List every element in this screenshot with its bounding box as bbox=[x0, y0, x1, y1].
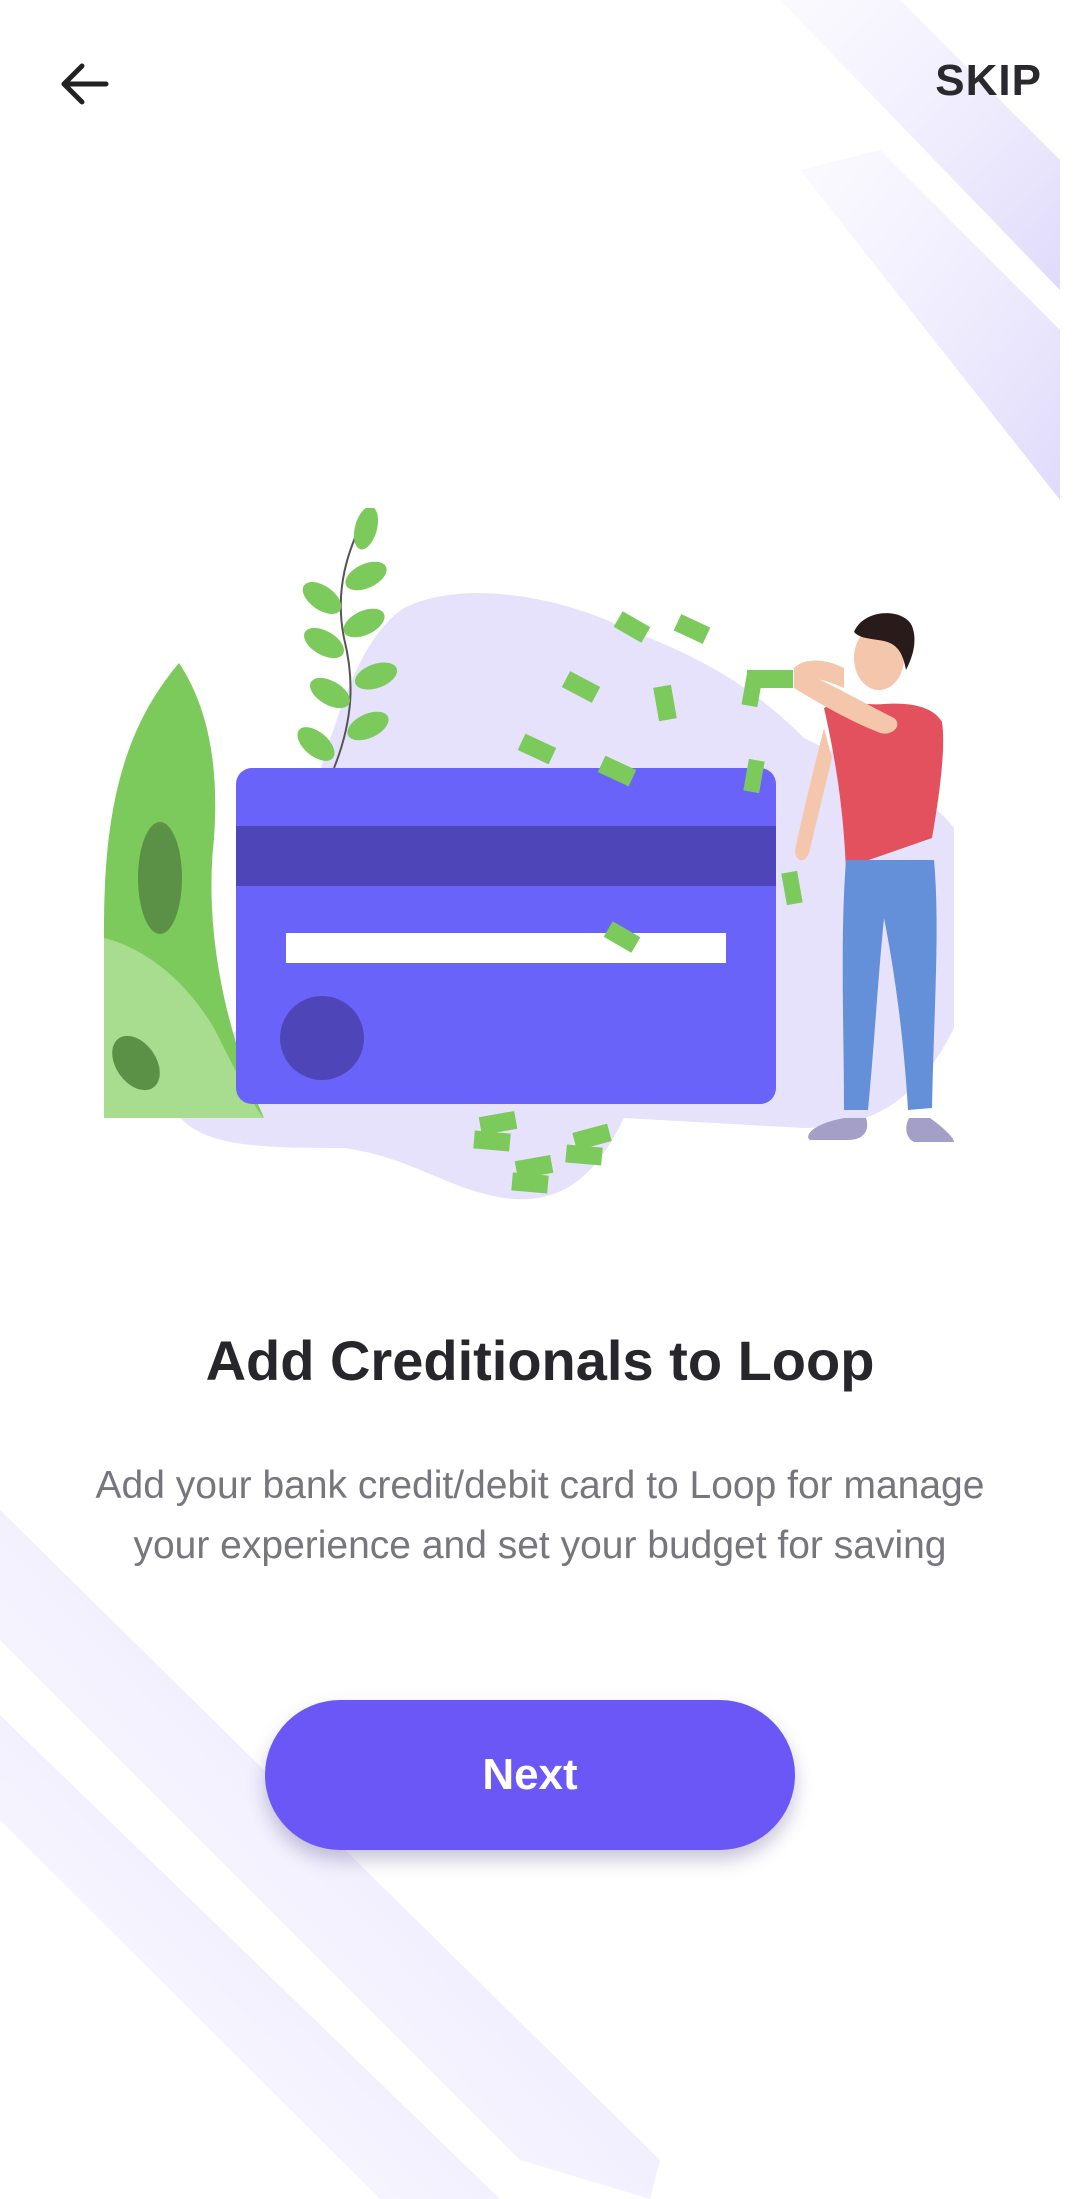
page-title: Add Creditionals to Loop bbox=[205, 1329, 875, 1392]
next-button[interactable]: Next bbox=[265, 1700, 795, 1850]
onboarding-screen: SKIP Add Creditionals to Loop Add your b… bbox=[0, 0, 1080, 2199]
page-description: Add your bank credit/debit card to Loop … bbox=[95, 1464, 985, 1567]
credit-card bbox=[236, 768, 776, 1104]
arrow-left-icon bbox=[61, 63, 109, 105]
skip-button[interactable]: SKIP bbox=[935, 56, 1042, 106]
credit-card-illustration bbox=[104, 508, 954, 1200]
back-button[interactable] bbox=[44, 44, 124, 124]
